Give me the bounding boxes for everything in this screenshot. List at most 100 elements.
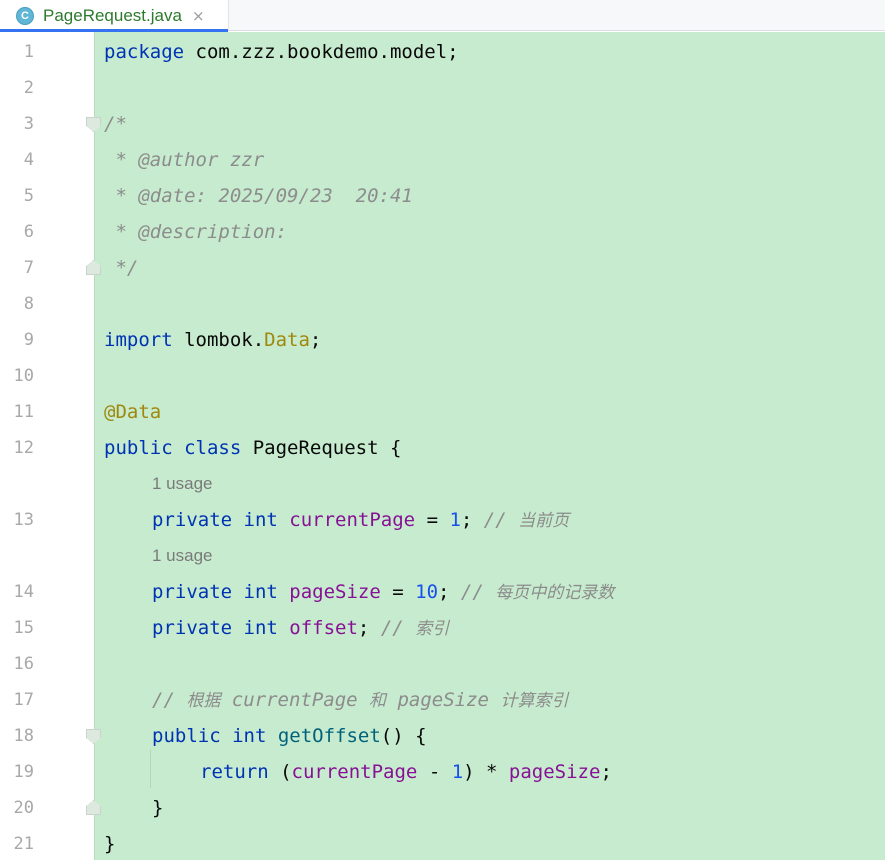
line-number: 12 <box>13 438 34 458</box>
line-number: 5 <box>23 186 34 206</box>
code-line-4: * @author zzr <box>104 142 264 178</box>
line-number: 15 <box>13 618 34 638</box>
number-literal: 1 <box>449 509 461 531</box>
line-number: 1 <box>23 42 34 62</box>
java-class-icon: C <box>16 6 34 25</box>
punctuation: ; <box>309 329 322 351</box>
comment: * @date: 2025/09/23 20:41 <box>104 185 413 207</box>
comment: * @description: <box>104 221 288 243</box>
line-number: 14 <box>13 582 34 602</box>
comment-text: 计算索引 <box>500 691 569 711</box>
code-line-5: * @date: 2025/09/23 20:41 <box>104 178 413 214</box>
field-name: pageSize <box>277 581 381 603</box>
field-name: currentPage <box>291 761 418 783</box>
line-number: 4 <box>23 150 34 170</box>
class-name: PageRequest { <box>241 437 402 459</box>
comment: pageSize <box>386 689 501 711</box>
line-number: 10 <box>13 366 34 386</box>
punctuation: ( <box>268 761 292 783</box>
field-name: offset <box>277 617 358 639</box>
comment-text: 和 <box>369 691 387 711</box>
editor-tab-bar: C PageRequest.java × <box>0 0 885 32</box>
punctuation: () { <box>380 725 427 747</box>
code-line-19: return (currentPage - 1) * pageSize; <box>200 754 612 790</box>
code-line-1: package com.zzz.bookdemo.model; <box>104 34 459 70</box>
comment: // <box>152 689 187 711</box>
line-number: 6 <box>23 222 34 242</box>
line-number: 19 <box>13 762 34 782</box>
punctuation: ; <box>438 581 461 603</box>
operator: - <box>417 761 452 783</box>
comment: // <box>380 617 416 639</box>
closing-brace: } <box>104 833 116 855</box>
line-number: 13 <box>13 510 34 530</box>
comment: * @author zzr <box>104 149 265 171</box>
close-icon[interactable]: × <box>192 7 205 25</box>
punctuation: ; <box>357 617 381 639</box>
keyword: public <box>104 437 173 459</box>
code-line-7: */ <box>104 250 138 286</box>
indent-guide <box>150 750 151 788</box>
comment: /* <box>104 113 127 135</box>
code-line-12: public class PageRequest { <box>104 430 401 466</box>
keyword: public <box>152 725 221 747</box>
line-number: 17 <box>13 690 34 710</box>
keyword: int <box>232 581 278 603</box>
code-line-13: private int currentPage = 1; // 当前页 <box>152 502 569 538</box>
comment-text: 索引 <box>415 619 450 639</box>
comment: currentPage <box>220 689 370 711</box>
line-number: 20 <box>13 798 34 818</box>
punctuation: ; <box>460 509 484 531</box>
operator: = <box>380 581 416 603</box>
line-number: 3 <box>23 114 34 134</box>
line-number: 9 <box>23 330 34 350</box>
keyword: int <box>220 725 267 747</box>
code-line-17: // 根据 currentPage 和 pageSize 计算索引 <box>152 682 568 718</box>
keyword: int <box>232 509 278 531</box>
closing-brace: } <box>152 797 164 819</box>
comment: // <box>460 581 496 603</box>
class-reference: Data <box>264 329 310 351</box>
keyword: package <box>104 41 185 63</box>
operator: ) * <box>463 761 509 783</box>
method-name: getOffset <box>266 725 381 747</box>
punctuation: ; <box>600 761 612 783</box>
line-number: 18 <box>13 726 34 746</box>
number-literal: 10 <box>415 581 439 603</box>
package-name: lombok. <box>172 329 265 351</box>
code-line-18: public int getOffset() { <box>152 718 427 754</box>
keyword: private <box>152 509 233 531</box>
line-number: 7 <box>23 258 34 278</box>
tab-pagerequest-java[interactable]: C PageRequest.java × <box>0 0 229 32</box>
operator: = <box>415 509 450 531</box>
line-number: 8 <box>23 294 34 314</box>
comment-text: 根据 <box>186 691 221 711</box>
keyword: import <box>104 329 173 351</box>
code-line-14: private int pageSize = 10; // 每页中的记录数 <box>152 574 614 610</box>
number-literal: 1 <box>451 761 464 783</box>
keyword: private <box>152 617 233 639</box>
code-line-21: } <box>104 826 115 862</box>
tab-filename: PageRequest.java <box>43 5 182 25</box>
keyword: return <box>200 761 269 783</box>
keyword: int <box>232 617 278 639</box>
usage-hint[interactable]: 1 usage <box>152 538 213 574</box>
code-line-3: /* <box>104 106 127 142</box>
line-number: 16 <box>13 654 34 674</box>
comment: */ <box>104 257 139 279</box>
comment-text: 每页中的记录数 <box>495 583 615 603</box>
field-name: pageSize <box>508 761 601 783</box>
code-line-11: @Data <box>104 394 161 430</box>
line-number: 21 <box>13 834 34 854</box>
code-line-20: } <box>152 790 163 826</box>
code-line-9: import lombok.Data; <box>104 322 321 358</box>
usage-hint[interactable]: 1 usage <box>152 466 213 502</box>
package-name: com.zzz.bookdemo.model; <box>184 41 459 63</box>
keyword: private <box>152 581 233 603</box>
comment: // <box>483 509 519 531</box>
line-number: 2 <box>23 78 34 98</box>
line-number: 11 <box>13 402 34 422</box>
comment-text: 当前页 <box>518 511 570 531</box>
annotation: @Data <box>104 401 162 423</box>
field-name: currentPage <box>277 509 416 531</box>
